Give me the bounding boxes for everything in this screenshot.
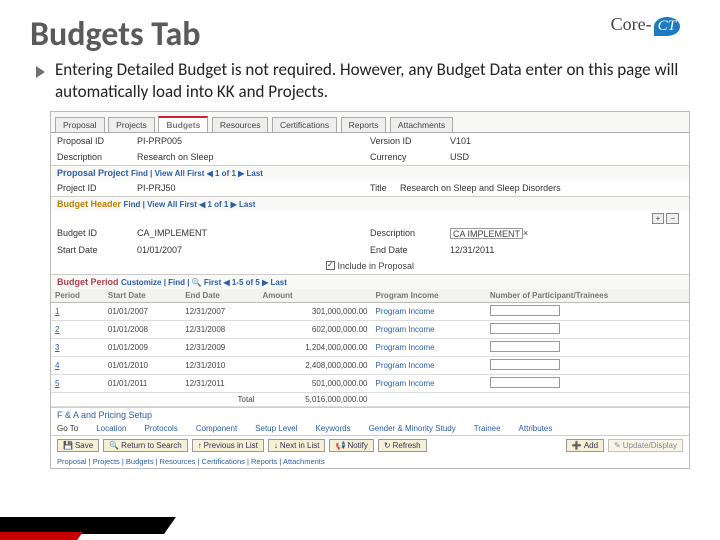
tab-resources[interactable]: Resources [212, 117, 269, 132]
trainees-input[interactable] [490, 377, 560, 388]
add-button[interactable]: ➕ Add [566, 439, 604, 452]
goto-gender[interactable]: Gender & Minority Study [369, 424, 456, 433]
tab-certifications[interactable]: Certifications [272, 117, 337, 132]
tab-projects[interactable]: Projects [108, 117, 155, 132]
goto-keywords[interactable]: Keywords [315, 424, 350, 433]
trainees-input[interactable] [490, 305, 560, 316]
col-period: Period [51, 289, 104, 303]
total-value: 5,016,000,000.00 [258, 393, 371, 407]
goto-label: Go To [57, 424, 78, 433]
version-label: Version ID [370, 136, 450, 146]
proposal-id: PI-PRP005 [137, 136, 182, 146]
trainees-input[interactable] [490, 341, 560, 352]
goto-bar: Go To Location Protocols Component Setup… [51, 422, 689, 435]
refresh-button[interactable]: ↻ Refresh [378, 439, 427, 452]
section-proposal-project: Proposal Project Find | View All First ◀… [51, 165, 689, 180]
project-id: PI-PRJ50 [137, 183, 176, 193]
end-date-label: End Date [370, 245, 450, 255]
budget-id: CA_IMPLEMENT [137, 228, 207, 239]
version-id: V101 [450, 136, 471, 146]
table-row: 501/01/201112/31/2011501,000,000.00Progr… [51, 375, 689, 393]
bullet-text: Entering Detailed Budget is not required… [55, 59, 690, 103]
close-icon[interactable]: × [523, 228, 528, 239]
table-row: 101/01/200712/31/2007301,000,000.00Progr… [51, 303, 689, 321]
logo-brand: Core- [611, 14, 652, 34]
find-nav-1[interactable]: Find | View All First ◀ 1 of 1 ▶ Last [131, 169, 263, 178]
next-button[interactable]: ↓ Next in List [268, 439, 326, 452]
col-amount: Amount [258, 289, 371, 303]
currency: USD [450, 152, 469, 162]
find-nav-2[interactable]: Find | View All First ◀ 1 of 1 ▶ Last [124, 200, 256, 209]
goto-protocols[interactable]: Protocols [144, 424, 177, 433]
col-pincome: Program Income [371, 289, 485, 303]
proposal-id-label: Proposal ID [57, 136, 137, 146]
table-row: 201/01/200812/31/2008602,000,000.00Progr… [51, 321, 689, 339]
return-button[interactable]: 🔍 Return to Search [103, 439, 187, 452]
bullet: Entering Detailed Budget is not required… [36, 59, 690, 103]
tab-proposal[interactable]: Proposal [55, 117, 105, 132]
tab-reports[interactable]: Reports [341, 117, 387, 132]
goto-component[interactable]: Component [196, 424, 237, 433]
tab-budgets[interactable]: Budgets [158, 116, 208, 132]
bhdr-desc-label: Description [370, 228, 450, 239]
description: Research on Sleep [137, 152, 214, 162]
slide-accent [0, 517, 170, 540]
remove-row-button[interactable]: − [666, 213, 679, 224]
goto-attributes[interactable]: Attributes [519, 424, 553, 433]
title-label: Title [370, 183, 400, 193]
prev-button[interactable]: ↑ Previous in List [192, 439, 264, 452]
bottom-links[interactable]: Proposal | Projects | Budgets | Resource… [51, 455, 689, 468]
save-button[interactable]: 💾 Save [57, 439, 99, 452]
section-budget-header: Budget Header Find | View All First ◀ 1 … [51, 196, 689, 211]
button-bar: 💾 Save 🔍 Return to Search ↑ Previous in … [51, 435, 689, 455]
project-title: Research on Sleep and Sleep Disorders [400, 183, 561, 193]
update-display-button[interactable]: ✎ Update/Display [608, 439, 683, 452]
col-start: Start Date [104, 289, 181, 303]
budget-period-table: Period Start Date End Date Amount Progra… [51, 289, 689, 407]
section-budget-period: Budget Period Customize | Find | 🔍 First… [51, 274, 689, 289]
total-label: Total [181, 393, 258, 407]
budget-id-label: Budget ID [57, 228, 137, 239]
logo-badge: CT [654, 17, 680, 36]
end-date: 12/31/2011 [450, 245, 494, 255]
screenshot-panel: Proposal Projects Budgets Resources Cert… [50, 111, 690, 469]
notify-button[interactable]: 📢 Notify [329, 439, 373, 452]
tab-attachments[interactable]: Attachments [390, 117, 453, 132]
start-date-label: Start Date [57, 245, 137, 255]
description-label: Description [57, 152, 137, 162]
col-end: End Date [181, 289, 258, 303]
col-nparts: Number of Participant/Trainees [486, 289, 689, 303]
goto-trainee[interactable]: Trainee [474, 424, 501, 433]
fa-pricing-link[interactable]: F & A and Pricing Setup [51, 407, 689, 422]
goto-location[interactable]: Location [96, 424, 126, 433]
trainees-input[interactable] [490, 323, 560, 334]
customize-nav[interactable]: Customize | Find | 🔍 First ◀ 1-5 of 5 ▶ … [121, 278, 287, 287]
include-label: Include in Proposal [337, 261, 414, 271]
page-title: Budgets Tab [30, 14, 690, 55]
project-id-label: Project ID [57, 183, 137, 193]
tab-bar: Proposal Projects Budgets Resources Cert… [51, 112, 689, 133]
include-checkbox[interactable] [326, 261, 335, 270]
bhdr-desc-input[interactable]: CA IMPLEMENT [450, 228, 523, 239]
currency-label: Currency [370, 152, 450, 162]
logo: Core-CT [611, 14, 680, 36]
table-row: 401/01/201012/31/20102,408,000,000.00Pro… [51, 357, 689, 375]
chevron-right-icon [36, 66, 45, 78]
trainees-input[interactable] [490, 359, 560, 370]
goto-setup[interactable]: Setup Level [255, 424, 297, 433]
add-row-button[interactable]: + [652, 213, 665, 224]
start-date: 01/01/2007 [137, 245, 182, 255]
table-row: 301/01/200912/31/20091,204,000,000.00Pro… [51, 339, 689, 357]
